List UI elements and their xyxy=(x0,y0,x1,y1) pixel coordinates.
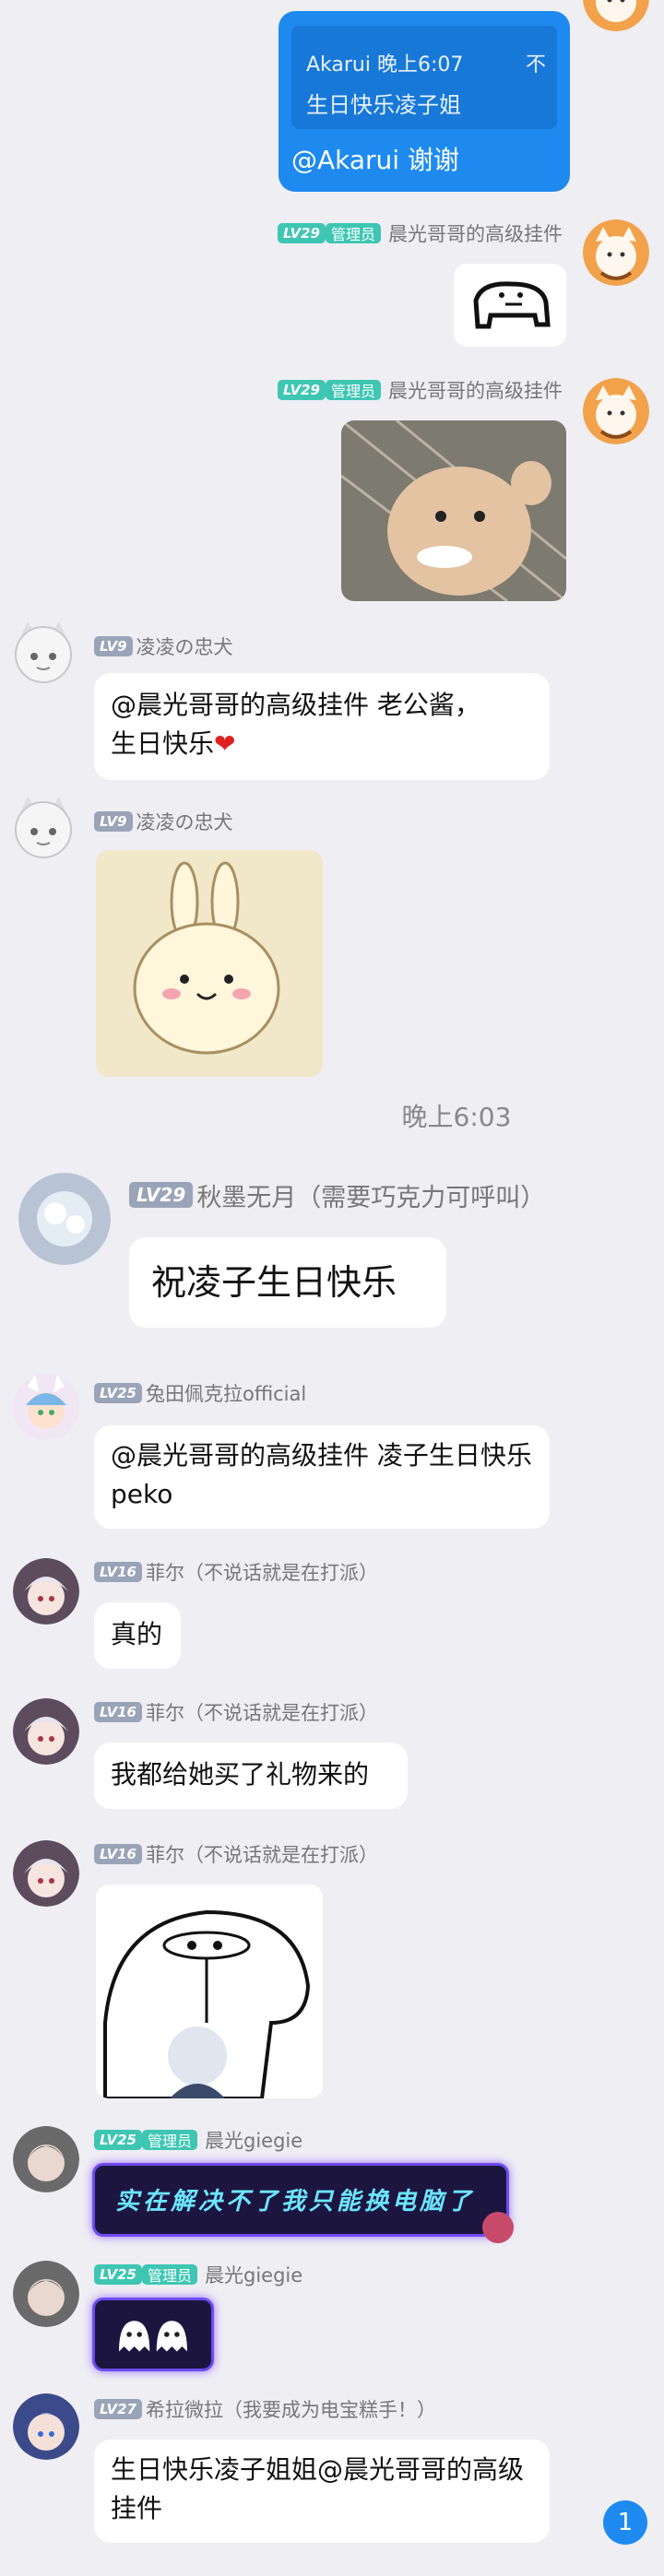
sender-name[interactable]: 秋墨无月（需要巧克力可呼叫） xyxy=(196,1177,545,1213)
level-badge: LV27 xyxy=(94,2399,142,2419)
level-badge: LV9 xyxy=(94,811,133,832)
admin-avatar-top[interactable] xyxy=(583,0,649,31)
level-badge: LV29 xyxy=(278,380,326,400)
xila-avatar[interactable] xyxy=(13,2393,79,2460)
message-text: 真的 xyxy=(111,1619,163,1649)
ling-sender-meta-1: LV9 凌凌の忠犬 xyxy=(94,632,233,660)
sticker-image-bunny[interactable] xyxy=(96,850,323,1077)
feier-sender-meta-1: LV16 菲尔（不说话就是在打派） xyxy=(94,1558,378,1586)
unread-count: 1 xyxy=(617,2509,634,2536)
level-badge: LV29 xyxy=(278,223,326,243)
peko-avatar[interactable] xyxy=(13,1374,79,1440)
feier-avatar[interactable] xyxy=(13,1558,79,1625)
sticker-image-doodle[interactable] xyxy=(454,264,566,347)
quote-text: 生日快乐凌子姐 xyxy=(306,92,461,118)
self-reply-text: @Akarui 谢谢 xyxy=(291,145,459,175)
level-badge: LV29 xyxy=(129,1182,194,1208)
chenguang-avatar[interactable] xyxy=(13,2261,79,2327)
xila-sender-meta: LV27 希拉微拉（我要成为电宝糕手！） xyxy=(94,2395,436,2423)
time-divider: 晚上6:03 xyxy=(401,1102,512,1132)
ling-sender-meta-2: LV9 凌凌の忠犬 xyxy=(94,808,233,835)
sender-name[interactable]: 兔田佩克拉official xyxy=(146,1379,306,1407)
sender-name[interactable]: 凌凌の忠犬 xyxy=(136,632,233,660)
sender-name[interactable]: 晨光giegie xyxy=(205,2261,302,2288)
message-text-line2: 生日快乐❤ xyxy=(111,728,236,759)
sticker-text-bubble[interactable]: 实在解决不了我只能换电脑了 xyxy=(92,2163,514,2243)
feier-message-2[interactable]: 我都给她买了礼物来的 xyxy=(94,1743,408,1809)
level-badge: LV9 xyxy=(94,636,133,656)
ghost-icon xyxy=(119,2321,187,2352)
sticker-caption: 实在解决不了我只能换电脑了 xyxy=(115,2188,476,2216)
feier-sender-meta-3: LV16 菲尔（不说话就是在打派） xyxy=(94,1840,378,1868)
message-text: @晨光哥哥的高级挂件 老公酱， xyxy=(111,690,480,720)
admin-sender-meta-2: LV29 管理员 晨光哥哥的高级挂件 xyxy=(278,376,563,404)
sender-name[interactable]: 希拉微拉（我要成为电宝糕手！） xyxy=(146,2395,436,2423)
admin-avatar[interactable] xyxy=(583,378,649,444)
level-badge: LV16 xyxy=(94,1844,142,1864)
peko-message[interactable]: @晨光哥哥的高级挂件 凌子生日快乐peko xyxy=(94,1425,550,1529)
sender-name[interactable]: 凌凌の忠犬 xyxy=(136,808,233,835)
admin-sender-meta-1: LV29 管理员 晨光哥哥的高级挂件 xyxy=(278,219,563,247)
sender-name[interactable]: 菲尔（不说话就是在打派） xyxy=(146,1558,378,1586)
self-message-bubble[interactable]: Akarui 晚上6:07 不 生日快乐凌子姐 @Akarui 谢谢 xyxy=(279,11,570,192)
sender-name[interactable]: 晨光giegie xyxy=(205,2126,302,2154)
sticker-ghosts-bubble[interactable] xyxy=(92,2298,214,2371)
admin-avatar[interactable] xyxy=(583,219,649,286)
sender-name[interactable]: 菲尔（不说话就是在打派） xyxy=(146,1698,378,1726)
level-badge: LV16 xyxy=(94,1562,142,1582)
admin-role-badge: 管理员 xyxy=(141,2130,197,2150)
feier-avatar[interactable] xyxy=(13,1840,79,1907)
chenguang-avatar[interactable] xyxy=(13,2126,79,2192)
ling-message-1[interactable]: @晨光哥哥的高级挂件 老公酱， 生日快乐❤ xyxy=(94,673,550,780)
feier-message-1[interactable]: 真的 xyxy=(94,1602,181,1669)
sticker-image-ghost[interactable] xyxy=(96,1885,323,2098)
heart-icon: ❤ xyxy=(214,728,236,759)
admin-role-badge: 管理员 xyxy=(325,223,381,243)
message-text: @晨光哥哥的高级挂件 凌子生日快乐peko xyxy=(111,1440,532,1509)
feier-sender-meta-2: LV16 菲尔（不说话就是在打派） xyxy=(94,1698,378,1726)
message-text: 祝凌子生日快乐 xyxy=(151,1262,397,1303)
admin-role-badge: 管理员 xyxy=(325,380,381,400)
qiumo-avatar[interactable] xyxy=(18,1173,111,1265)
message-text: 我都给她买了礼物来的 xyxy=(111,1759,370,1790)
quoted-message[interactable]: Akarui 晚上6:07 不 生日快乐凌子姐 xyxy=(291,26,557,129)
chenguang-sender-meta-2: LV25 管理员 晨光giegie xyxy=(94,2261,302,2288)
level-badge: LV25 xyxy=(94,1383,142,1403)
sender-name[interactable]: 菲尔（不说话就是在打派） xyxy=(146,1840,378,1868)
qiumo-sender-meta: LV29 秋墨无月（需要巧克力可呼叫） xyxy=(129,1177,545,1213)
sender-name[interactable]: 晨光哥哥的高级挂件 xyxy=(388,219,563,247)
chenguang-sender-meta-1: LV25 管理员 晨光giegie xyxy=(94,2126,302,2154)
admin-role-badge: 管理员 xyxy=(141,2264,197,2285)
quote-header: Akarui 晚上6:07 xyxy=(306,53,464,77)
quote-more: 不 xyxy=(525,53,546,77)
peko-sender-meta: LV25 兔田佩克拉official xyxy=(94,1379,306,1407)
level-badge: LV25 xyxy=(94,2130,142,2150)
level-badge: LV16 xyxy=(94,1702,142,1722)
chibi-icon xyxy=(482,2212,514,2243)
sticker-image-hamster[interactable] xyxy=(341,420,566,601)
xila-message[interactable]: 生日快乐凌子姐姐@晨光哥哥的高级挂件 xyxy=(94,2440,550,2543)
ling-avatar[interactable] xyxy=(9,795,77,863)
ling-avatar[interactable] xyxy=(9,620,77,688)
sender-name[interactable]: 晨光哥哥的高级挂件 xyxy=(388,376,563,404)
unread-count-badge[interactable]: 1 xyxy=(603,2500,647,2545)
feier-avatar[interactable] xyxy=(13,1698,79,1765)
level-badge: LV25 xyxy=(94,2264,142,2285)
message-text: 生日快乐凌子姐姐@晨光哥哥的高级挂件 xyxy=(111,2454,525,2523)
qiumo-message[interactable]: 祝凌子生日快乐 xyxy=(129,1237,446,1328)
